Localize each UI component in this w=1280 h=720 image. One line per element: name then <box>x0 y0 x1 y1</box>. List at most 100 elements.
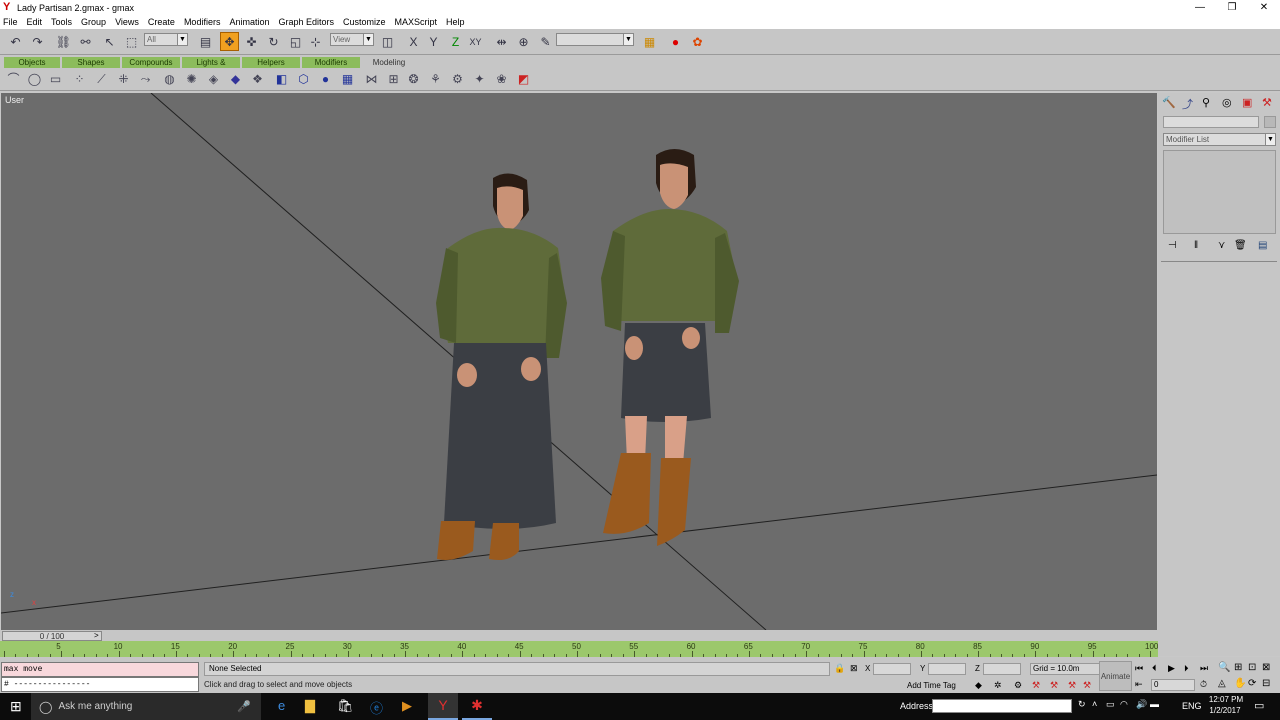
time-slider[interactable]: 0 / 100 > <box>0 630 1158 641</box>
patch-icon[interactable]: ❖ <box>250 72 265 87</box>
next-frame-icon[interactable]: ⏵ <box>1184 663 1189 674</box>
restrict-xy-icon[interactable]: XY <box>466 32 485 51</box>
tab-modeling[interactable]: Modeling <box>362 57 416 68</box>
previous-frame-icon[interactable]: ⏴ <box>1152 663 1157 674</box>
unlink-icon[interactable]: ⚯ <box>76 32 95 51</box>
pan-icon[interactable]: ✋ <box>1234 678 1246 689</box>
goto-start-icon[interactable]: ⏮ <box>1135 663 1143 674</box>
arc-rotate-icon[interactable]: ⟳ <box>1248 678 1256 689</box>
edit-named-selections-icon[interactable]: ⚒ <box>1068 680 1076 691</box>
menu-tools[interactable]: Tools <box>51 17 72 27</box>
field-of-view-icon[interactable]: ◬ <box>1218 678 1226 689</box>
pivot-icon[interactable]: ⊹ <box>306 32 325 51</box>
use-pivot-center-icon[interactable]: ◫ <box>378 32 397 51</box>
named-selection-icon[interactable]: ✎ <box>536 32 555 51</box>
y-coordinate-field[interactable] <box>928 663 966 675</box>
add-time-tag-button[interactable]: Add Time Tag <box>907 681 956 690</box>
render-icon[interactable]: ◩ <box>516 72 531 87</box>
sphere-icon[interactable]: ● <box>318 72 333 87</box>
modifier-d-icon[interactable]: ⚘ <box>428 72 443 87</box>
animate-button[interactable]: Animate <box>1099 661 1132 691</box>
menu-customize[interactable]: Customize <box>343 17 386 27</box>
minimize-button[interactable]: — <box>1184 0 1216 15</box>
language-indicator[interactable]: ENG <box>1182 701 1202 711</box>
key-mode-toggle-icon[interactable]: ⇤ <box>1135 679 1143 690</box>
utilities-tab-icon[interactable]: ⚒ <box>1262 96 1272 109</box>
address-field[interactable] <box>932 699 1072 713</box>
gmax-secondary-icon[interactable]: ✱ <box>462 693 492 720</box>
menu-group[interactable]: Group <box>81 17 106 27</box>
named-selection-dropdown[interactable]: ▼ <box>556 33 634 46</box>
menu-maxscript[interactable]: MAXScript <box>395 17 438 27</box>
edge-browser-icon[interactable]: e <box>278 698 285 713</box>
modifier-g-icon[interactable]: ❀ <box>494 72 509 87</box>
zoom-icon[interactable]: 🔍 <box>1218 662 1230 673</box>
material-editor-icon[interactable]: ● <box>666 32 685 51</box>
hierarchy-tab-icon[interactable]: ⚲ <box>1202 96 1210 109</box>
tray-chevron-icon[interactable]: ˄ <box>1092 699 1097 709</box>
selection-filter-dropdown[interactable]: All ▼ <box>144 33 188 46</box>
select-region-icon[interactable]: ⬚ <box>122 32 141 51</box>
cylinder-icon[interactable]: ⬡ <box>296 72 311 87</box>
undo-icon[interactable]: ↶ <box>6 32 25 51</box>
object-name-field[interactable] <box>1163 116 1259 128</box>
media-player-icon[interactable]: ▶ <box>402 698 412 714</box>
snap-toggle-icon[interactable]: ✲ <box>994 680 1002 691</box>
volume-icon[interactable]: 🔊 <box>1136 699 1147 710</box>
create-tab-icon[interactable]: 🔨 <box>1162 96 1176 109</box>
gmax-taskbar-icon[interactable]: Y <box>428 693 458 720</box>
pin-stack-icon[interactable]: ⊣ <box>1168 240 1177 251</box>
face-icon[interactable]: ⁜ <box>116 72 131 87</box>
notifications-icon[interactable]: ▭ <box>1254 699 1264 712</box>
object-color-swatch[interactable] <box>1264 116 1276 128</box>
percent-snap-icon[interactable]: ⚒ <box>1032 680 1040 691</box>
time-slider-thumb[interactable]: 0 / 100 <box>2 631 102 641</box>
menu-modifiers[interactable]: Modifiers <box>184 17 221 27</box>
tab-compounds[interactable]: Compounds <box>122 57 180 68</box>
address-go-icon[interactable]: ↻ <box>1078 699 1086 710</box>
menu-help[interactable]: Help <box>446 17 465 27</box>
align-icon[interactable]: ⊕ <box>514 32 533 51</box>
windows-start-icon[interactable]: ⊞ <box>10 698 22 715</box>
zoom-extents-icon[interactable]: ⊡ <box>1248 662 1256 673</box>
configure-modifier-sets-icon[interactable]: ▤ <box>1258 240 1267 251</box>
modifier-b-icon[interactable]: ⊞ <box>386 72 401 87</box>
box-icon[interactable]: ◧ <box>274 72 289 87</box>
plane-grid-icon[interactable]: ▦ <box>340 72 355 87</box>
track-bar[interactable]: 5 10 15 20 25 30 35 40 45 50 55 60 65 70 75 80 85 90 95 100 <box>0 641 1158 657</box>
menu-create[interactable]: Create <box>148 17 175 27</box>
absolute-mode-icon[interactable]: ⊠ <box>850 663 858 674</box>
rectangle-icon[interactable]: ▭ <box>48 72 63 87</box>
play-icon[interactable]: ▶ <box>1168 663 1175 674</box>
grid-object-icon[interactable]: ◆ <box>228 72 243 87</box>
tab-shapes[interactable]: Shapes <box>62 57 120 68</box>
render-scene-icon[interactable]: ✿ <box>688 32 707 51</box>
modifier-c-icon[interactable]: ❂ <box>406 72 421 87</box>
mirror-snap-icon[interactable]: ⚒ <box>1083 680 1091 691</box>
zoom-all-icon[interactable]: ⊞ <box>1234 662 1242 673</box>
display-tab-icon[interactable]: ▣ <box>1242 96 1252 109</box>
sphere-mesh-icon[interactable]: ◍ <box>162 72 177 87</box>
tab-helpers[interactable]: Helpers <box>242 57 300 68</box>
select-and-scale-icon[interactable]: ◱ <box>286 32 305 51</box>
file-explorer-icon[interactable]: ▇ <box>305 698 315 714</box>
select-by-name-icon[interactable]: ▤ <box>196 32 215 51</box>
show-end-result-icon[interactable]: ‖ <box>1194 240 1198 251</box>
angle-snap-icon[interactable]: ⚙ <box>1014 680 1022 691</box>
select-object-icon[interactable]: ↖ <box>100 32 119 51</box>
select-and-link-icon[interactable]: ⛓ <box>54 32 73 51</box>
clock-time[interactable]: 12:07 PM <box>1208 695 1244 704</box>
power-icon[interactable]: ▬ <box>1150 699 1159 709</box>
maximize-button[interactable]: ❐ <box>1216 0 1248 15</box>
geosphere-icon[interactable]: ✺ <box>184 72 199 87</box>
network-icon[interactable]: ▭ <box>1106 699 1115 710</box>
restrict-x-icon[interactable]: X <box>404 32 423 51</box>
restrict-z-icon[interactable]: Z <box>446 32 465 51</box>
zoom-extents-all-icon[interactable]: ⊠ <box>1262 662 1270 673</box>
modifier-e-icon[interactable]: ⚙ <box>450 72 465 87</box>
tab-lights-cameras[interactable]: Lights & Cameras <box>182 57 240 78</box>
plane-icon[interactable]: ◈ <box>206 72 221 87</box>
character-model-left[interactable] <box>436 173 567 560</box>
vertex-icon[interactable]: ⁘ <box>72 72 87 87</box>
modifier-f-icon[interactable]: ✦ <box>472 72 487 87</box>
